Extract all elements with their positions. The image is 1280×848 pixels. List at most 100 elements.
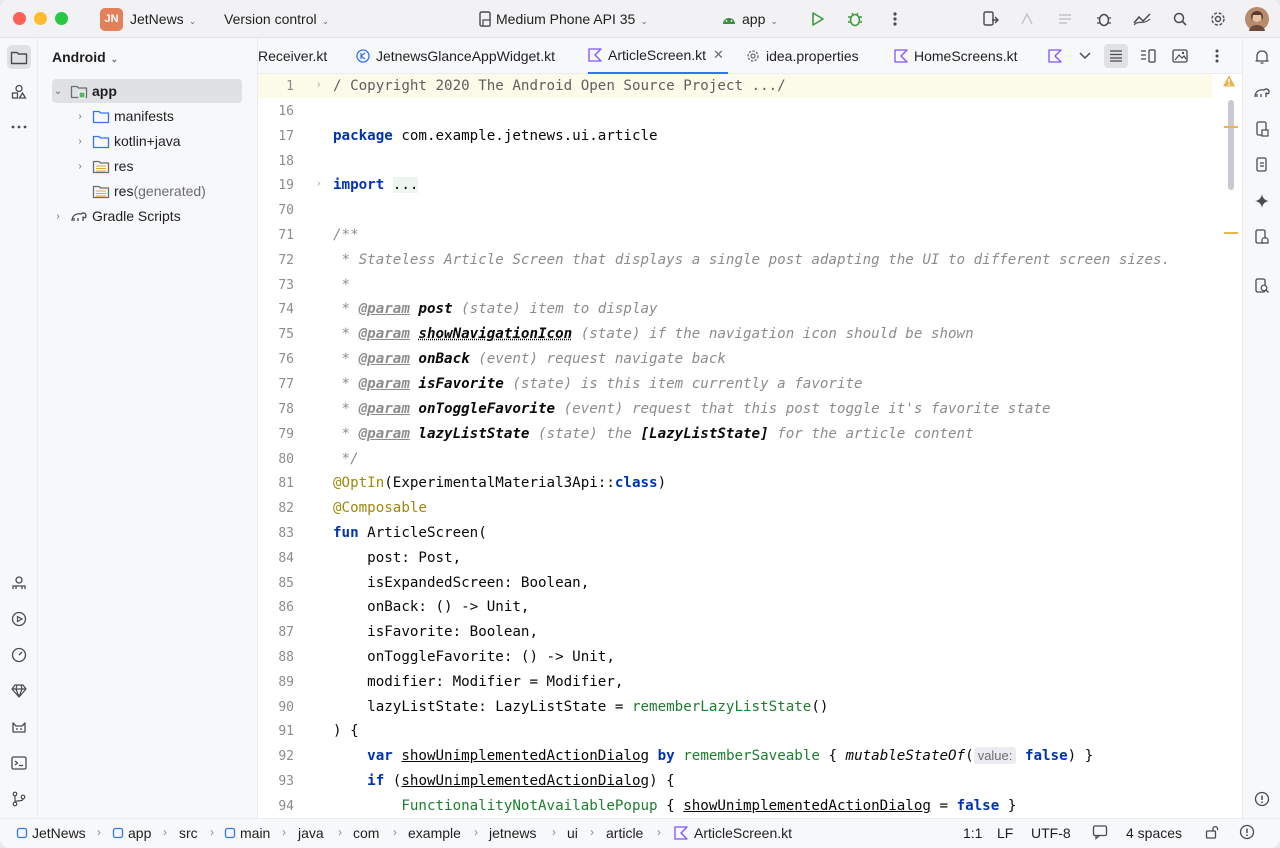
folded-imports[interactable]: ... [392,177,419,193]
zoom-window-button[interactable] [55,12,68,25]
line-number[interactable]: 85 [258,576,294,591]
device-selector[interactable]: Medium Phone API 35 ⌄ [496,11,648,27]
line-number[interactable]: 83 [258,526,294,541]
line-number[interactable]: 87 [258,625,294,640]
line-number[interactable]: 72 [258,253,294,268]
line-number[interactable]: 17 [258,129,294,144]
line-number[interactable]: 92 [258,749,294,764]
debug-icon[interactable] [844,8,866,30]
project-tool-button[interactable] [7,45,31,69]
profiler-icon[interactable] [1131,8,1153,30]
tab-jetnews-glance-widget[interactable]: JetnewsGlanceAppWidget.kt [356,38,555,74]
line-number[interactable]: 94 [258,799,294,814]
line-number[interactable]: 88 [258,650,294,665]
tree-item-res[interactable]: › res [74,154,264,178]
design-view-button[interactable] [1168,44,1192,68]
version-control-button[interactable] [7,787,31,811]
line-number[interactable]: 80 [258,452,294,467]
line-number[interactable]: 18 [258,154,294,169]
tab-home-screens[interactable]: HomeScreens.kt [894,38,1017,74]
breadcrumb-main[interactable]: main [224,825,270,841]
chevron-right-icon[interactable]: › [52,211,64,222]
warning-marker[interactable] [1224,232,1238,234]
breadcrumb-file[interactable]: ArticleScreen.kt [674,825,792,841]
chevron-right-icon[interactable]: › [74,111,86,122]
project-badge[interactable]: JN [100,8,123,31]
tree-item-manifests[interactable]: › manifests [74,104,264,128]
line-number[interactable]: 81 [258,476,294,491]
line-number[interactable]: 89 [258,675,294,690]
line-number[interactable]: 91 [258,724,294,739]
chevron-right-icon[interactable]: › [74,136,86,147]
file-encoding[interactable]: UTF-8 [1031,825,1071,841]
tab-receiver[interactable]: Receiver.kt [258,38,327,74]
apply-code-changes-icon[interactable] [1016,8,1038,30]
line-number[interactable]: 16 [258,104,294,119]
breadcrumb-java[interactable]: java [298,825,324,841]
scroll-thumb[interactable] [1228,100,1234,190]
code-editor[interactable]: 1 16 17 18 19 70 71 72 73 74 75 76 77 78 79 80 81 82 83 84 8… [258,74,1212,818]
comment-icon[interactable] [1092,824,1108,843]
line-number[interactable]: 90 [258,700,294,715]
terminal-button[interactable] [7,751,31,775]
tab-article-screen[interactable]: ArticleScreen.kt ✕ [588,38,728,74]
line-number[interactable]: 19 [258,178,294,193]
attach-debugger-icon[interactable] [1093,8,1115,30]
breadcrumb-jetnews-pkg[interactable]: jetnews [489,825,536,841]
line-number[interactable]: 79 [258,427,294,442]
project-selector[interactable]: JetNews ⌄ [130,11,196,27]
problems-button[interactable] [1250,787,1274,811]
search-icon[interactable] [1169,8,1191,30]
tab-list-dropdown[interactable] [1073,44,1097,68]
notifications-button[interactable] [1250,45,1274,69]
line-number[interactable]: 84 [258,551,294,566]
settings-gear-icon[interactable] [1207,8,1229,30]
breadcrumb-ui[interactable]: ui [567,825,578,841]
line-separator[interactable]: LF [997,825,1013,841]
run-tool-button[interactable] [7,607,31,631]
line-number[interactable]: 82 [258,501,294,516]
line-number[interactable]: 76 [258,352,294,367]
tree-item-res-generated[interactable]: res (generated) [74,179,264,203]
run-icon[interactable] [806,8,828,30]
line-number[interactable]: 93 [258,774,294,789]
chevron-right-icon[interactable]: › [74,161,86,172]
code-view-button[interactable] [1104,44,1128,68]
problems-status-icon[interactable] [1239,824,1255,843]
minimize-window-button[interactable] [34,12,47,25]
vcs-selector[interactable]: Version control ⌄ [224,11,329,27]
split-view-button[interactable] [1136,44,1160,68]
more-tools-button[interactable] [7,115,31,139]
build-variants-button[interactable] [7,571,31,595]
logcat-button[interactable] [7,715,31,739]
fold-expand-icon[interactable]: › [317,178,320,189]
sync-icon[interactable] [1054,8,1076,30]
line-number[interactable]: 75 [258,327,294,342]
warning-marker[interactable] [1224,126,1238,128]
line-number[interactable]: 1 [258,79,294,94]
breadcrumb-article[interactable]: article [606,825,643,841]
gemini-assistant-button[interactable] [1250,189,1274,213]
apply-changes-icon[interactable] [980,8,1002,30]
run-config-selector[interactable]: app ⌄ [742,11,778,27]
breadcrumb-jetnews[interactable]: JetNews [16,825,86,841]
lock-icon[interactable] [1204,824,1220,843]
indent-setting[interactable]: 4 spaces [1126,825,1182,841]
line-number[interactable]: 73 [258,278,294,293]
kdoc-link[interactable]: [LazyListState] [641,426,769,442]
editor-scrollbar[interactable] [1214,74,1242,818]
running-devices-button[interactable] [1250,153,1274,177]
breadcrumb-app[interactable]: app [112,825,151,841]
more-vertical-icon[interactable] [884,8,906,30]
line-number[interactable]: 70 [258,203,294,218]
line-number[interactable]: 71 [258,228,294,243]
fold-expand-icon[interactable]: › [317,79,320,90]
device-manager-button[interactable] [1250,117,1274,141]
gradle-button[interactable] [1250,80,1274,104]
editor-more-button[interactable] [1205,44,1229,68]
breadcrumb-example[interactable]: example [408,825,461,841]
line-number[interactable]: 77 [258,377,294,392]
gemini-button[interactable] [7,679,31,703]
tab-idea-properties[interactable]: idea.properties [746,38,859,74]
chevron-down-icon[interactable]: ⌄ [52,86,64,97]
